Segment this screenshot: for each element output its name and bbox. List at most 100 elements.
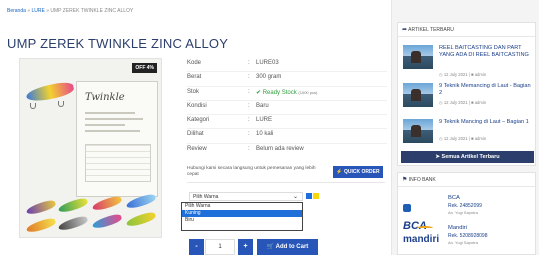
quantity-increase-button[interactable]: + [238, 239, 253, 255]
spec-colon: : [248, 131, 250, 138]
color-option[interactable]: Kuning [182, 210, 302, 217]
spec-colon: : [248, 102, 250, 109]
color-swatch-yellow[interactable] [313, 193, 319, 199]
spec-label: Kategori [187, 117, 210, 124]
package-brand-title: Twinkle [85, 92, 125, 103]
article-title-link[interactable]: 9 Teknik Memancing di Laut - Bagian 2 [439, 83, 531, 96]
lure-image [91, 212, 123, 231]
color-option[interactable]: Pilih Warna [182, 203, 302, 210]
all-articles-button[interactable]: ➤ Semua Artikel Terbaru [401, 151, 534, 163]
spec-colon: : [248, 145, 250, 152]
breadcrumb-home-link[interactable]: Beranda [7, 8, 26, 14]
bank-info-header: ⚑ INFO BANK [398, 173, 535, 187]
spec-value: LURE [256, 117, 273, 124]
article-author: admin [474, 72, 487, 77]
latest-articles-header: ➦ ARTIKEL TERBARU [398, 23, 535, 37]
color-swatch-blue[interactable] [306, 193, 312, 199]
bank-account-number: Rek. 24852099 [448, 203, 482, 209]
user-icon: ■ [471, 72, 474, 77]
lure-image [57, 196, 89, 215]
lure-image [25, 216, 57, 235]
stock-count: (1000 pcs) [298, 89, 318, 95]
bank-name: BCA [448, 195, 460, 201]
spec-label: Kondisi [187, 102, 207, 109]
spec-colon: : [248, 117, 250, 124]
sidebar: ➦ ARTIKEL TERBARU REEL BAITCASTING DAN P… [392, 0, 539, 255]
contact-help-text: Hubungi kami secara langsung untuk pemes… [187, 166, 316, 177]
product-main: Beranda » LURE » UMP ZEREK TWINKLE ZINC … [0, 0, 392, 255]
bank-item: BCA BCA Rek. 24852099 An. Yogi Saputra [403, 195, 531, 232]
lure-image [25, 198, 57, 217]
spec-value: 10 kali [256, 131, 274, 138]
bookmark-icon: ⚑ [402, 177, 408, 183]
cart-icon: 🛒 [266, 244, 275, 250]
spec-row-review: Review : Belum ada review [187, 144, 387, 158]
spec-colon: : [248, 74, 250, 81]
spec-row-weight: Berat : 300 gram [187, 72, 387, 87]
article-meta: ◷ 12 July 2021 | ■ admin [439, 100, 487, 105]
spec-row-views: Dilihat : 10 kali [187, 129, 387, 144]
spec-colon: : [248, 60, 250, 66]
article-date: 12 July 2021 [443, 72, 468, 77]
user-icon: ■ [471, 100, 474, 105]
hook-image [30, 103, 36, 109]
quick-order-label: QUICK ORDER [344, 169, 380, 175]
spec-value: LURE03 [256, 60, 279, 66]
mandiri-logo-text: mandiri [403, 234, 440, 245]
bank-account-number: Rek. 5208928098 [448, 233, 488, 239]
spec-value: Baru [256, 102, 269, 109]
quantity-input[interactable]: 1 [205, 239, 235, 255]
check-icon: ✔ [256, 89, 262, 96]
quantity-decrease-button[interactable]: - [189, 239, 204, 255]
article-title-link[interactable]: REEL BAITCASTING DAN PART YANG ADA DI RE… [439, 45, 531, 58]
clock-icon: ◷ [439, 72, 443, 77]
spec-label: Review [187, 145, 207, 152]
bank-info-card: ⚑ INFO BANK BCA BCA Rek. 24852099 An. Yo… [397, 172, 536, 255]
article-date: 12 July 2021 [443, 100, 468, 105]
bca-logo: BCA [403, 199, 439, 232]
breadcrumb-category-link[interactable]: LURE [31, 8, 44, 14]
package-text-line [85, 124, 125, 126]
lure-image [125, 210, 157, 229]
package-table [85, 144, 151, 182]
spec-row-condition: Kondisi : Baru [187, 101, 387, 116]
spec-value: 300 gram [256, 74, 282, 81]
package-text-line [85, 112, 135, 114]
pin-icon: ➦ [402, 27, 408, 33]
share-icon: ➤ [435, 154, 440, 160]
lure-image [57, 214, 89, 233]
article-title-link[interactable]: 9 Teknik Mancing di Laut – Bagian 1 [439, 119, 531, 126]
bank-item: mandiri Mandiri Rek. 5208928098 An. Yogi… [403, 225, 531, 249]
latest-articles-title: ARTIKEL TERBARU [408, 27, 454, 33]
mandiri-logo: mandiri [403, 226, 440, 245]
article-date: 12 July 2021 [443, 136, 468, 141]
color-select-value: Pilih Warna [193, 194, 219, 200]
article-thumbnail[interactable] [403, 83, 433, 107]
bank-account-holder: An. Yogi Saputra [448, 240, 478, 245]
quick-order-button[interactable]: ⚡ QUICK ORDER [333, 166, 383, 178]
article-thumbnail[interactable] [403, 119, 433, 143]
breadcrumb: Beranda » LURE » UMP ZEREK TWINKLE ZINC … [7, 8, 133, 14]
color-select[interactable]: Pilih Warna ⌄ [189, 192, 303, 201]
color-option[interactable]: Biru [182, 217, 302, 224]
user-icon: ■ [471, 136, 474, 141]
add-to-cart-button[interactable]: 🛒 Add to Cart [257, 239, 318, 255]
product-image[interactable]: OFF 4% Twinkle [19, 58, 162, 238]
bank-account-holder: An. Yogi Saputra [448, 210, 478, 215]
article-author: admin [474, 100, 487, 105]
spec-value: Belum ada review [256, 145, 304, 152]
spec-row-stock: Stok : ✔ Ready Stock (1000 pcs) [187, 87, 387, 101]
spec-row-category: Kategori : LURE [187, 115, 387, 130]
spec-colon: : [248, 88, 250, 95]
spec-label: Berat [187, 74, 202, 81]
clock-icon: ◷ [439, 136, 443, 141]
bank-info-title: INFO BANK [408, 177, 436, 183]
stock-status: Ready Stock [262, 89, 297, 96]
bank-name: Mandiri [448, 225, 468, 231]
article-meta: ◷ 12 July 2021 | ■ admin [439, 136, 487, 141]
bca-logo-mark [403, 203, 411, 212]
article-thumbnail[interactable] [403, 45, 433, 69]
spec-row-code: Kode : LURE03 [187, 58, 387, 73]
spec-label: Stok [187, 88, 200, 95]
all-articles-label: Semua Artikel Terbaru [441, 154, 500, 160]
